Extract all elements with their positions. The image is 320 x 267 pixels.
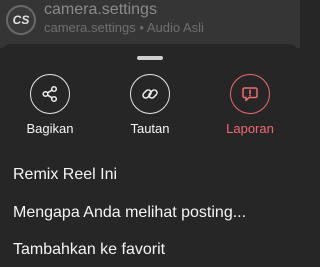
avatar-text: CS [12, 13, 30, 27]
avatar[interactable]: CS [6, 5, 36, 35]
remix-reel-item[interactable]: Remix Reel Ini [13, 166, 117, 184]
account-name[interactable]: camera.settings [44, 1, 157, 19]
report-icon [242, 87, 258, 102]
options-sheet: Bagikan Tautan Laporan Remix Reel Ini Me… [0, 44, 300, 267]
add-to-favorites-item[interactable]: Tambahkan ke favorit [13, 241, 165, 259]
link-button[interactable]: Tautan [107, 74, 193, 136]
link-icon [142, 89, 158, 99]
share-button[interactable]: Bagikan [7, 74, 93, 136]
link-label: Tautan [130, 121, 170, 136]
report-circle [230, 74, 270, 114]
share-label: Bagikan [26, 121, 74, 136]
why-seeing-post-item[interactable]: Mengapa Anda melihat posting... [13, 204, 246, 222]
drag-handle[interactable] [137, 56, 163, 60]
account-subtitle[interactable]: camera.settings • Audio Asli [44, 20, 204, 35]
post-header: CS camera.settings camera.settings • Aud… [0, 0, 300, 48]
link-circle [130, 74, 170, 114]
report-label: Laporan [226, 121, 274, 136]
report-button[interactable]: Laporan [207, 74, 293, 136]
share-icon [42, 85, 58, 103]
share-circle [30, 74, 70, 114]
